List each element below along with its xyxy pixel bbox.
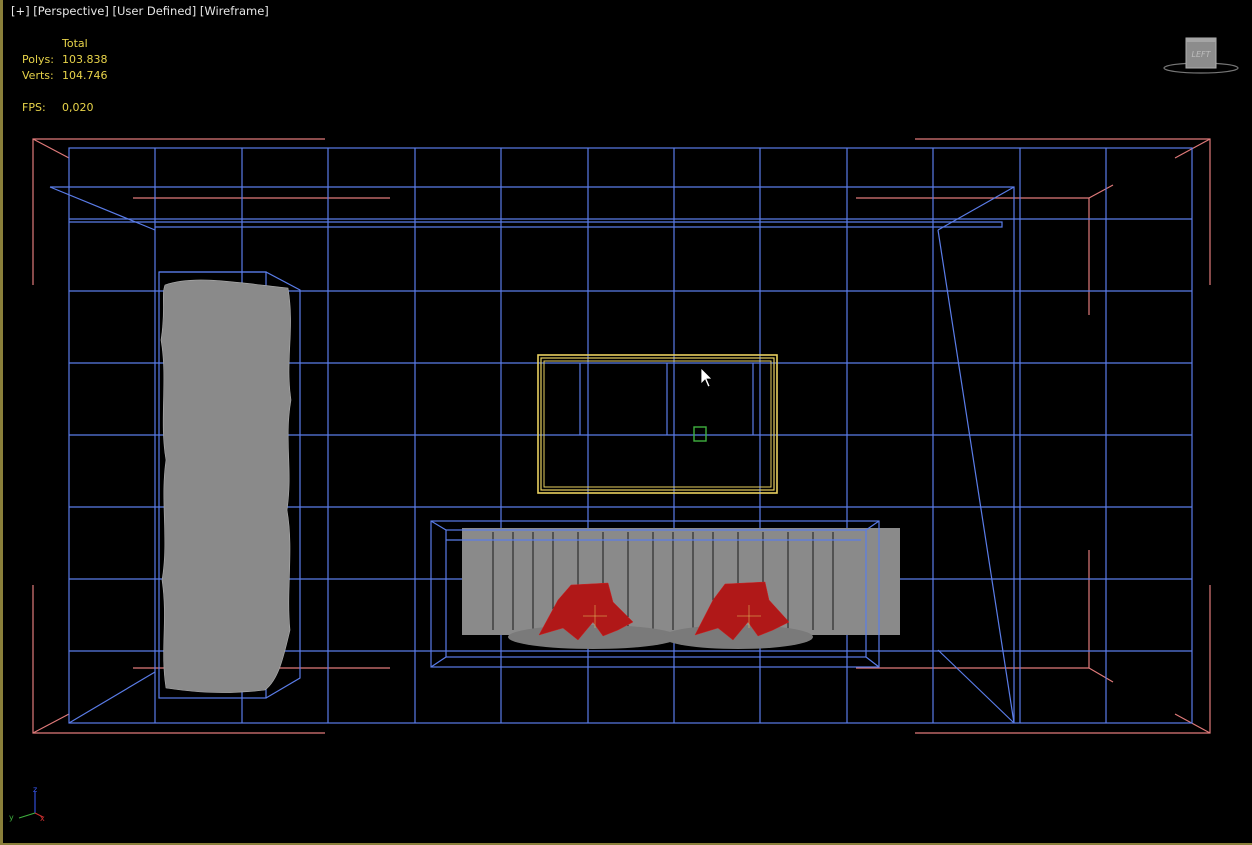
stats-polys-row: Polys: 103.838 xyxy=(22,52,108,68)
verts-value: 104.746 xyxy=(62,69,108,82)
polys-value: 103.838 xyxy=(62,53,108,66)
cursor-arrow-icon xyxy=(700,367,713,388)
svg-text:LEFT: LEFT xyxy=(1192,50,1212,59)
pivot-gizmo[interactable] xyxy=(693,426,707,442)
perspective-viewport[interactable]: z y x [+] [Perspective] [User Defined] [… xyxy=(0,0,1252,845)
viewport-label: [+] [Perspective] [User Defined] [Wirefr… xyxy=(11,4,269,18)
viewport-shading-menu[interactable]: [Wireframe] xyxy=(200,4,269,18)
stats-fps-row: FPS: 0,020 xyxy=(22,100,108,116)
viewcube-icon[interactable]: LEFT xyxy=(1163,36,1239,76)
stats-header: Total xyxy=(62,37,88,50)
wireframe-scene[interactable]: z y x xyxy=(3,0,1252,843)
stats-verts-row: Verts: 104.746 xyxy=(22,68,108,84)
scene-statistics: Total Polys: 103.838 Verts: 104.746 FPS:… xyxy=(22,36,108,116)
selected-tv-frame[interactable] xyxy=(537,354,778,494)
fps-value: 0,020 xyxy=(62,101,94,114)
axis-tripod: z y x xyxy=(9,785,45,823)
fps-label: FPS: xyxy=(22,101,46,114)
axis-y-label: y xyxy=(9,813,14,822)
viewport-user-defined-menu[interactable]: [User Defined] xyxy=(113,4,197,18)
axis-z-label: z xyxy=(33,785,37,794)
axis-x-label: x xyxy=(40,814,45,823)
tall-plant-mesh xyxy=(158,271,301,699)
verts-label: Verts: xyxy=(22,69,54,82)
viewport-point-of-view-menu[interactable]: [Perspective] xyxy=(33,4,109,18)
polys-label: Polys: xyxy=(22,53,54,66)
viewport-menu-plus[interactable]: [+] xyxy=(11,4,30,18)
